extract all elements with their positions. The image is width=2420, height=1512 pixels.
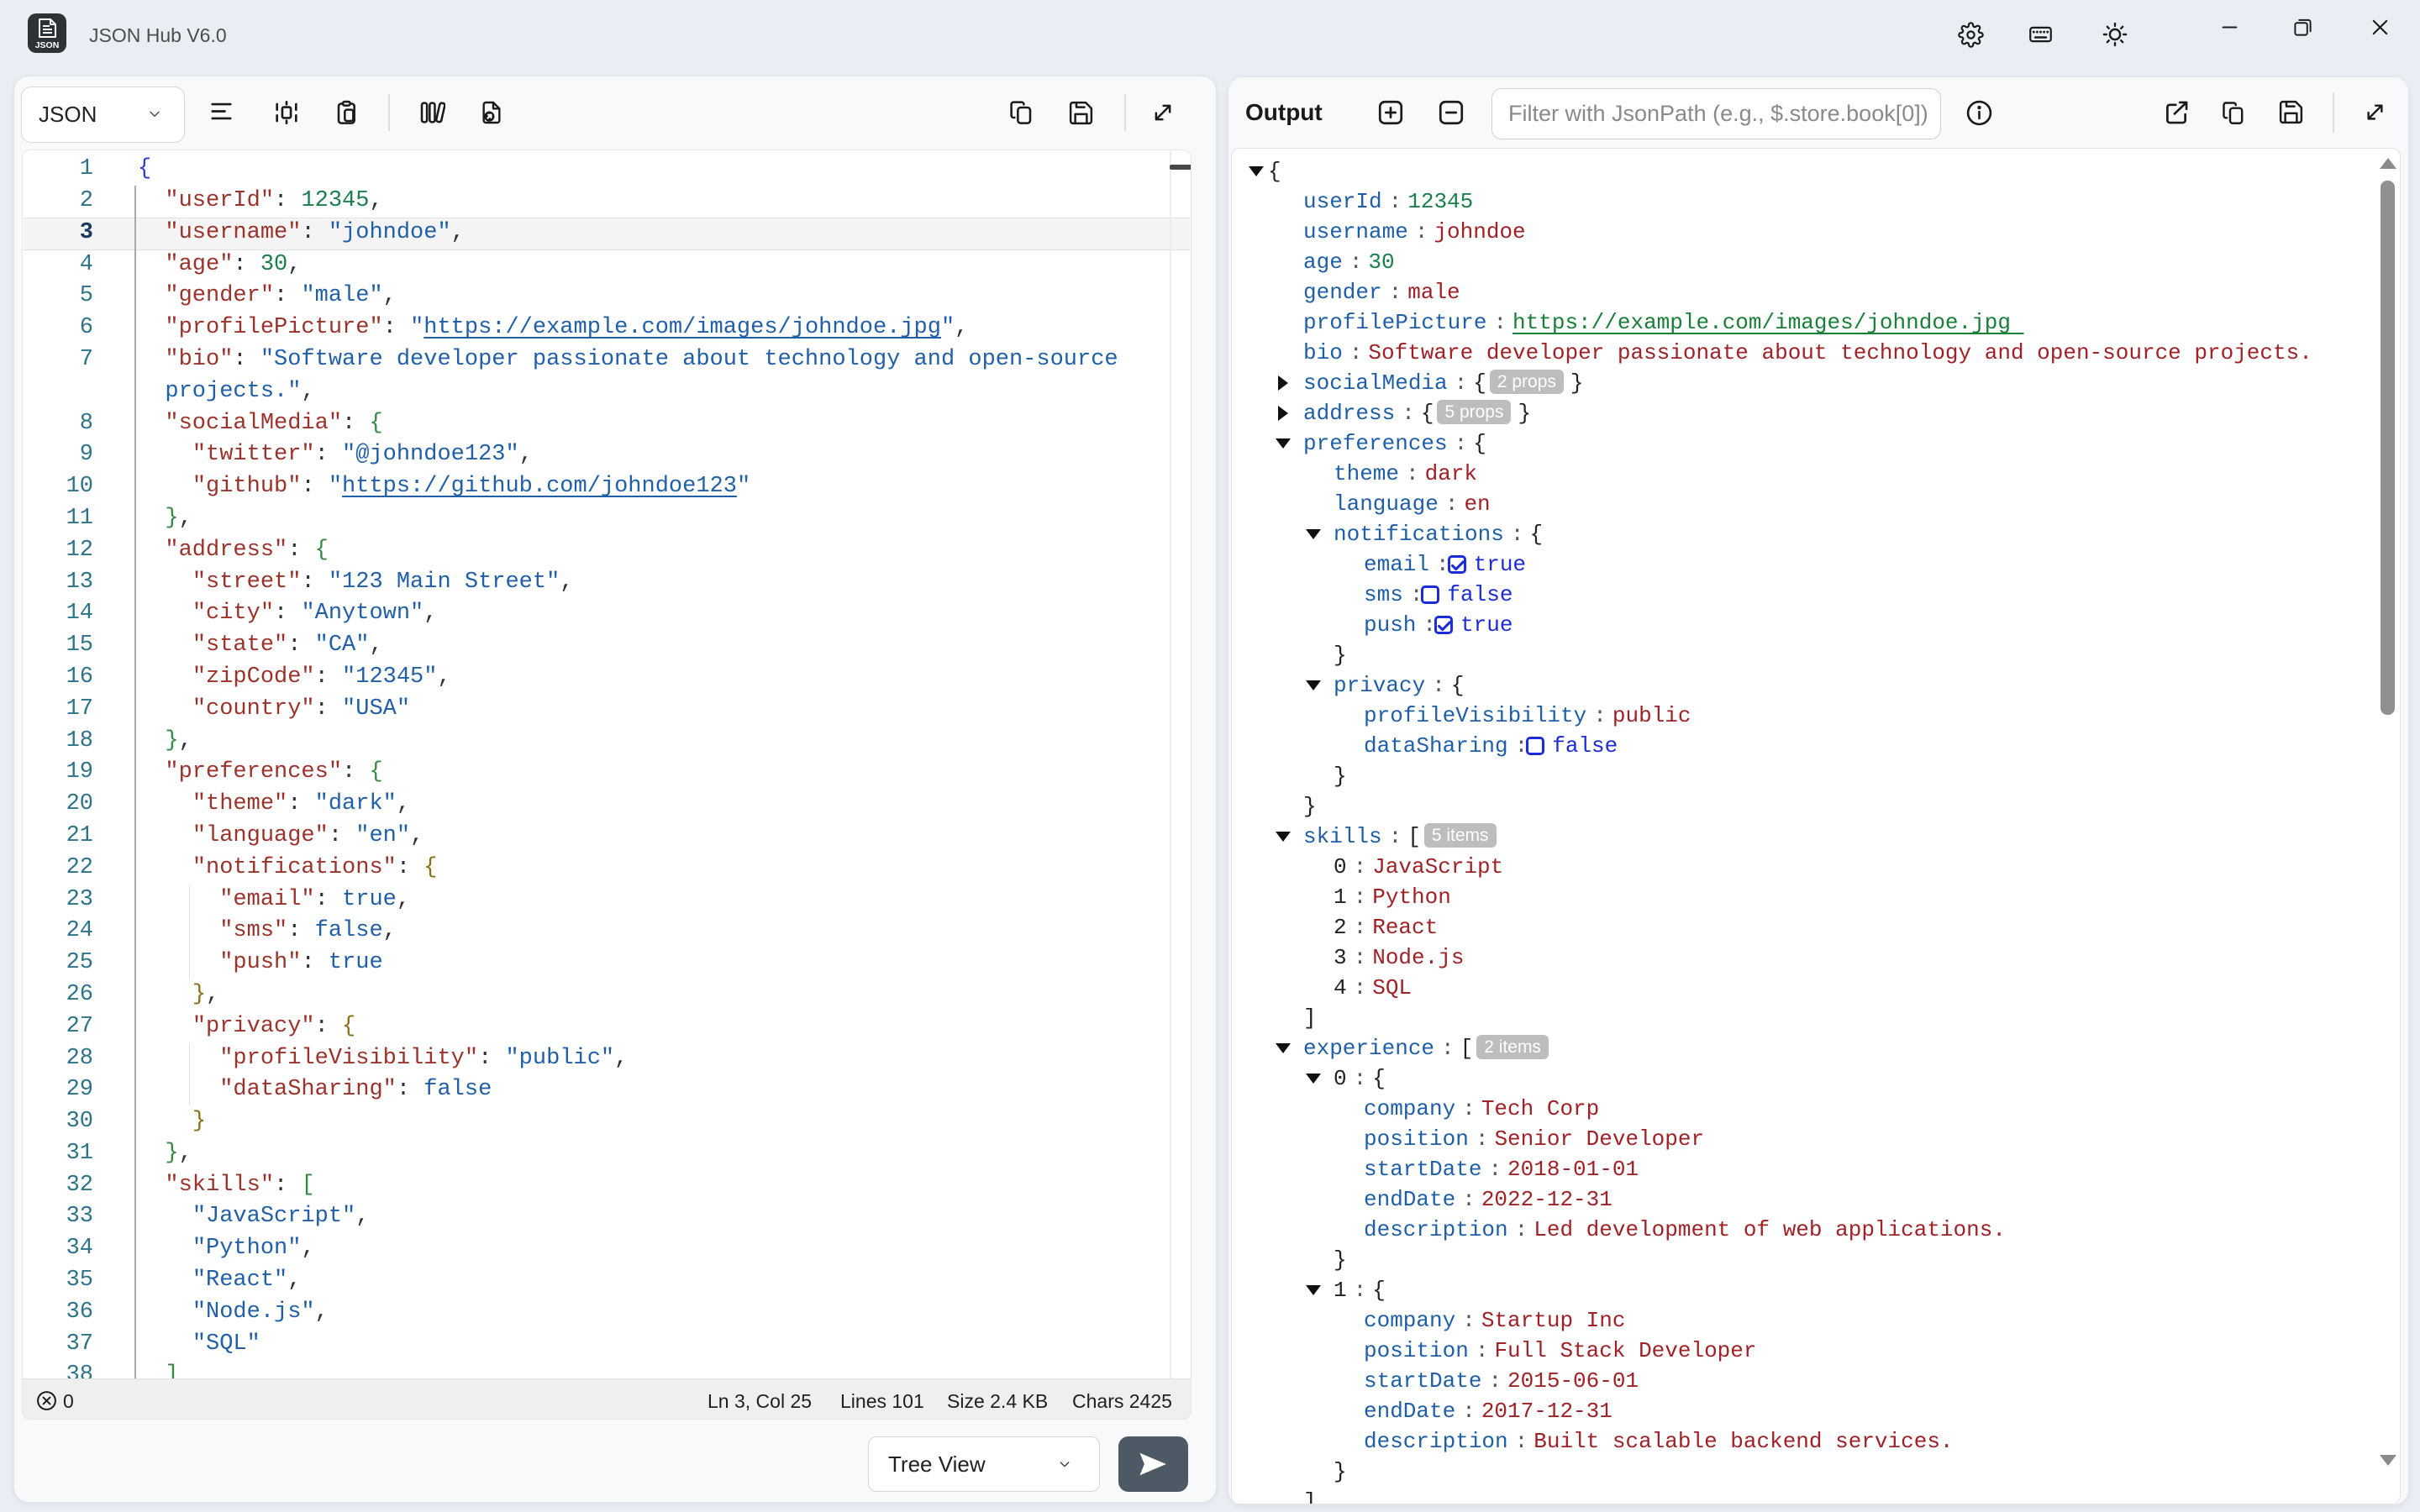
svg-text:JSON: JSON	[35, 40, 60, 50]
